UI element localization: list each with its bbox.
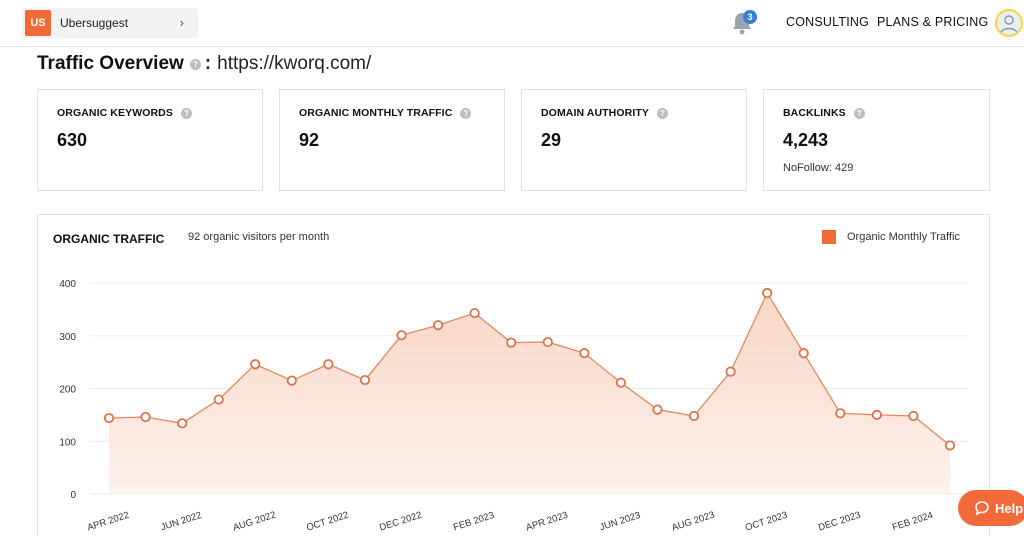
data-point (177, 418, 188, 429)
info-icon[interactable]: ? (189, 58, 201, 70)
data-point (908, 410, 919, 422)
data-point (323, 359, 334, 370)
help-button[interactable]: Help (958, 490, 1024, 526)
data-point (469, 307, 480, 319)
card-value[interactable]: 630 (57, 130, 87, 151)
x-tick-label: APR 2023 (525, 510, 570, 534)
data-point (944, 440, 956, 451)
info-icon[interactable]: ? (460, 107, 472, 119)
data-point (762, 287, 773, 299)
data-point (359, 374, 371, 386)
domain-authority-card: DOMAIN AUTHORITY ? 29 (521, 89, 747, 191)
organic-traffic-card: ORGANIC MONTHLY TRAFFIC ? 92 (279, 89, 505, 191)
data-point (871, 409, 882, 420)
y-tick-label: 400 (59, 279, 76, 290)
data-point (103, 412, 115, 424)
help-label: Help (995, 500, 1024, 516)
card-value[interactable]: 4,243 (783, 130, 828, 151)
card-label: DOMAIN AUTHORITY ? (541, 107, 668, 119)
nofollow-count: NoFollow: 429 (783, 162, 854, 174)
data-point (579, 348, 590, 359)
x-tick-label: APR 2022 (86, 510, 131, 534)
data-point (725, 366, 736, 377)
card-label-text: ORGANIC MONTHLY TRAFFIC (299, 107, 453, 119)
data-point (542, 336, 553, 348)
x-tick-label: JUN 2022 (160, 510, 204, 534)
data-point (615, 377, 627, 388)
y-tick-label: 200 (59, 385, 76, 396)
logo: US (25, 10, 51, 36)
x-tick-label: DEC 2022 (378, 510, 423, 534)
card-label-text: ORGANIC KEYWORDS (57, 107, 173, 119)
y-tick-label: 300 (59, 332, 76, 343)
data-point (798, 348, 809, 359)
x-tick-label: JUN 2023 (598, 510, 642, 534)
data-point (140, 411, 151, 423)
card-label: BACKLINKS ? (783, 107, 865, 119)
page-title: Traffic Overview (37, 53, 184, 74)
area-fill (109, 293, 950, 494)
notification-badge: 3 (743, 10, 757, 24)
nav-consulting-link[interactable]: CONSULTING (786, 15, 869, 29)
info-icon[interactable]: ? (656, 107, 668, 119)
organic-traffic-chart: 0 100 200 300 400 APR 2022 JUN 2022 AUG 2022 OCT… (59, 279, 968, 534)
organic-traffic-panel: ORGANIC TRAFFIC 92 organic visitors per … (37, 214, 990, 536)
nav-plans-pricing-link[interactable]: PLANS & PRICING (877, 15, 988, 29)
overview-heading: Traffic Overview ? : https://kworq.com/ (37, 53, 371, 75)
data-point (286, 375, 297, 386)
project-name: Ubersuggest (60, 16, 129, 30)
data-point (432, 320, 444, 331)
card-value[interactable]: 92 (299, 130, 319, 151)
top-header: US Ubersuggest › 3 CONSULTING PLANS & PR… (0, 0, 1024, 47)
backlinks-card: BACKLINKS ? 4,243 NoFollow: 429 (763, 89, 990, 191)
info-icon[interactable]: ? (853, 107, 865, 119)
data-point (835, 408, 846, 419)
data-point (396, 330, 407, 341)
x-tick-label: FEB 2024 (891, 510, 935, 534)
x-tick-label: AUG 2022 (232, 510, 278, 534)
y-tick-label: 100 (59, 437, 76, 448)
data-point (250, 359, 261, 370)
data-point (688, 410, 700, 422)
x-tick-label: FEB 2023 (452, 510, 496, 534)
card-value: 29 (541, 130, 562, 150)
card-label-text: DOMAIN AUTHORITY (541, 107, 649, 119)
data-point (506, 337, 517, 348)
chevron-right-icon: › (179, 15, 184, 30)
user-avatar[interactable] (995, 9, 1023, 37)
data-point (213, 394, 224, 405)
info-icon[interactable]: ? (180, 107, 192, 119)
page-domain: https://kworq.com/ (217, 53, 372, 74)
card-label: ORGANIC MONTHLY TRAFFIC ? (299, 107, 472, 119)
data-point (652, 404, 663, 415)
x-tick-label: OCT 2022 (305, 510, 350, 534)
y-tick-label: 0 (70, 490, 76, 501)
card-label: ORGANIC KEYWORDS ? (57, 107, 192, 119)
x-tick-label: OCT 2023 (744, 510, 789, 534)
organic-keywords-card: ORGANIC KEYWORDS ? 630 (37, 89, 263, 191)
x-tick-label: AUG 2023 (670, 510, 716, 534)
title-separator: : (204, 53, 212, 74)
user-icon (1000, 15, 1018, 34)
card-label-text: BACKLINKS (783, 107, 846, 119)
project-switcher[interactable]: US Ubersuggest › (22, 8, 198, 38)
x-tick-label: DEC 2023 (817, 510, 862, 534)
chat-icon (975, 501, 989, 516)
